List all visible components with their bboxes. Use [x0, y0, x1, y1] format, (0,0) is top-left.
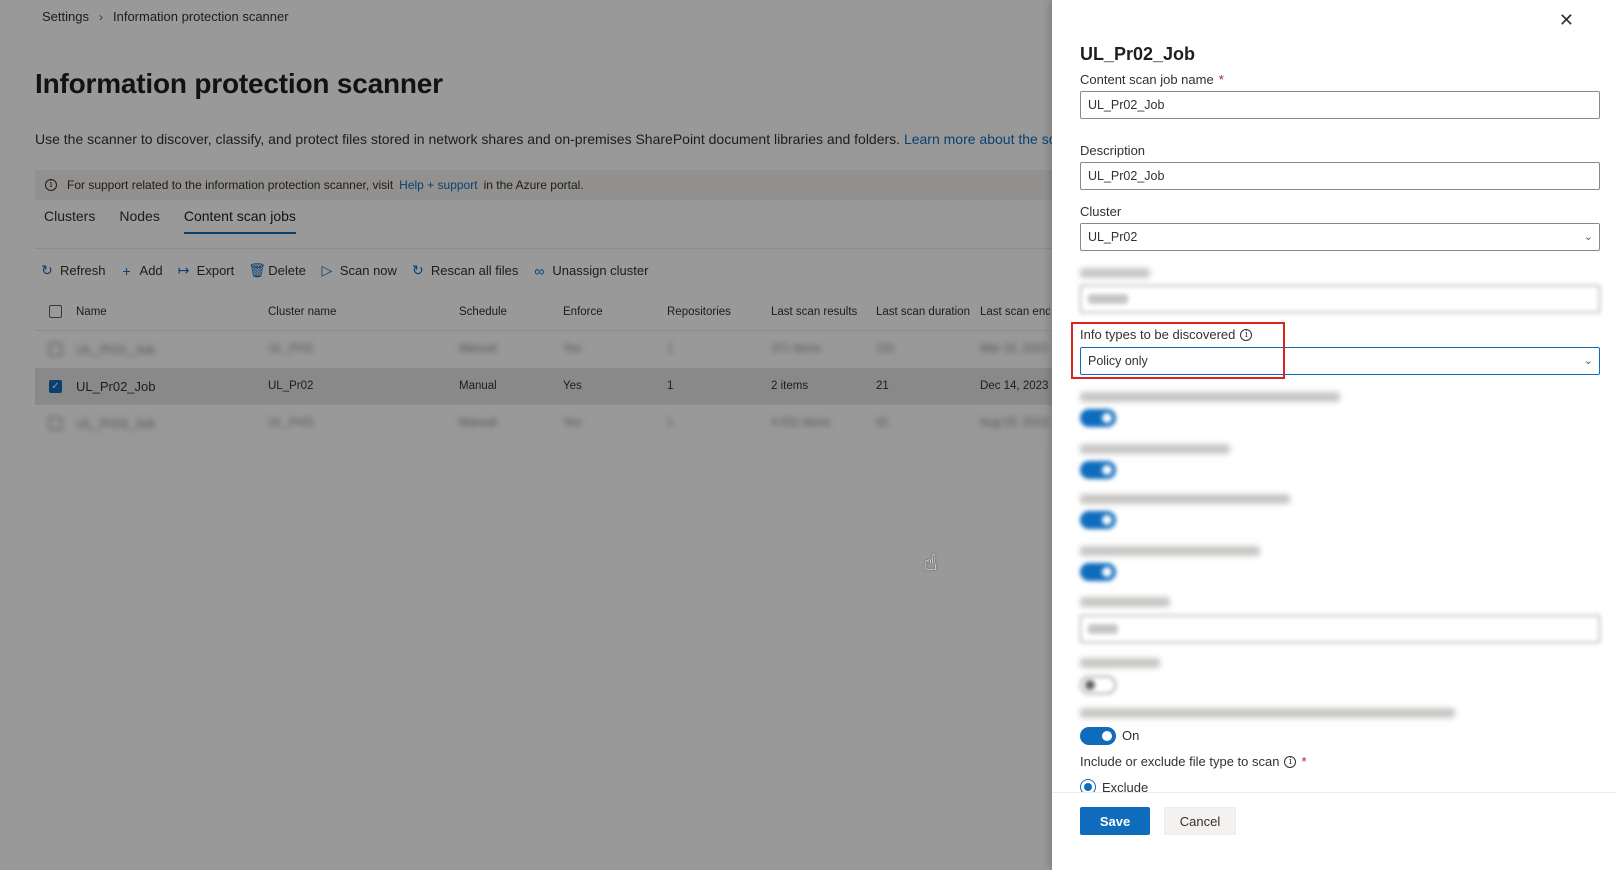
- blurred-toggle[interactable]: [1080, 511, 1116, 529]
- cluster-select[interactable]: UL_Pr02 ⌄: [1080, 223, 1600, 251]
- preserve-toggle[interactable]: [1080, 727, 1116, 745]
- description-label: Description: [1080, 143, 1145, 158]
- blurred-setting-label: [1080, 658, 1160, 668]
- required-marker: *: [1218, 72, 1224, 87]
- blurred-toggle[interactable]: [1080, 676, 1116, 694]
- blurred-toggle[interactable]: [1080, 409, 1116, 427]
- panel-title: UL_Pr02_Job: [1080, 44, 1196, 64]
- job-name-label-text: Content scan job name: [1080, 72, 1214, 87]
- chevron-down-icon: ⌄: [1583, 355, 1593, 367]
- schedule-select[interactable]: [1080, 285, 1600, 313]
- blurred-setting-label: [1080, 494, 1290, 504]
- edit-scan-job-panel: ✕ UL_Pr02_Job Content scan job name * UL_…: [1052, 0, 1616, 870]
- file-type-label: Include or exclude file type to scan i *: [1080, 754, 1307, 769]
- save-button[interactable]: Save: [1080, 807, 1150, 835]
- blurred-toggle[interactable]: [1080, 563, 1116, 581]
- cluster-label-text: Cluster: [1080, 204, 1122, 219]
- description-label-text: Description: [1080, 143, 1146, 158]
- panel-footer: Save Cancel: [1052, 792, 1616, 870]
- cancel-button[interactable]: Cancel: [1164, 807, 1236, 835]
- description-value: UL_Pr02_Job: [1088, 169, 1165, 183]
- job-name-label: Content scan job name *: [1080, 72, 1224, 87]
- info-types-value: Policy only: [1088, 354, 1148, 368]
- modal-overlay[interactable]: [0, 0, 1052, 870]
- job-name-value: UL_Pr02_Job: [1088, 98, 1165, 112]
- cluster-label: Cluster: [1080, 204, 1121, 219]
- job-name-input[interactable]: UL_Pr02_Job: [1080, 91, 1600, 119]
- chevron-down-icon: ⌄: [1583, 231, 1593, 243]
- schedule-label-blurred: [1080, 268, 1150, 278]
- info-types-label: Info types to be discovered i: [1080, 327, 1253, 342]
- info-types-label-text: Info types to be discovered: [1080, 327, 1236, 342]
- blurred-setting-label: [1080, 597, 1170, 607]
- blurred-setting-label: [1080, 708, 1455, 718]
- file-type-label-text: Include or exclude file type to scan: [1080, 754, 1280, 769]
- info-types-select[interactable]: Policy only ⌄: [1080, 347, 1600, 375]
- preserve-toggle-label: On: [1122, 728, 1140, 743]
- blurred-setting-label: [1080, 444, 1230, 454]
- info-icon[interactable]: i: [1240, 328, 1253, 341]
- required-marker: *: [1301, 754, 1307, 769]
- hand-cursor-icon: ☝: [924, 550, 938, 575]
- close-icon[interactable]: ✕: [1559, 10, 1574, 31]
- cluster-value: UL_Pr02: [1088, 230, 1138, 244]
- description-input[interactable]: UL_Pr02_Job: [1080, 162, 1600, 190]
- info-icon[interactable]: i: [1284, 755, 1297, 768]
- blurred-select[interactable]: [1080, 615, 1600, 643]
- blurred-setting-label: [1080, 546, 1260, 556]
- blurred-setting-label: [1080, 392, 1340, 402]
- blurred-toggle[interactable]: [1080, 461, 1116, 479]
